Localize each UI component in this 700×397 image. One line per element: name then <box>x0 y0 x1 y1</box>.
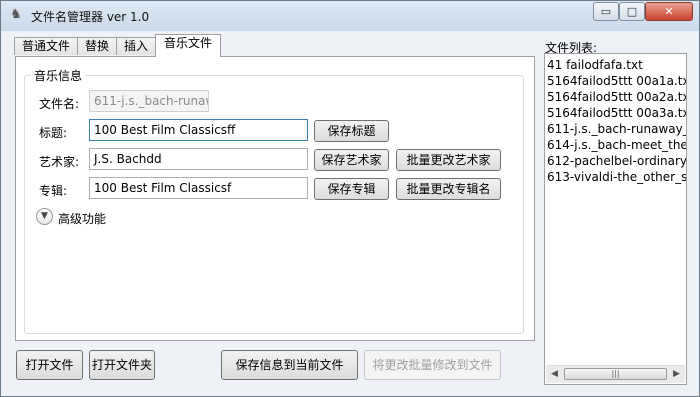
title-bar[interactable]: ♞ 文件名管理器 ver 1.0 ▭ □ ✕ <box>1 1 699 31</box>
scroll-right-icon[interactable]: ▶ <box>668 366 685 383</box>
scrollbar-thumb[interactable]: ||| <box>564 368 667 380</box>
save-to-current-file-button[interactable]: 保存信息到当前文件 <box>221 350 358 380</box>
bear-icon: ♞ <box>10 7 22 22</box>
open-file-button[interactable]: 打开文件 <box>16 350 83 380</box>
advanced-features-toggle[interactable]: 高级功能 <box>58 210 106 227</box>
minimize-button[interactable]: ▭ <box>593 2 619 21</box>
batch-save-to-files-button: 将更改批量修改到文件 <box>364 350 501 380</box>
list-item[interactable]: 614-j.s._bach-meet_the_ <box>547 137 686 153</box>
artist-label: 艺术家: <box>39 155 80 169</box>
title-label: 标题: <box>39 126 68 140</box>
scroll-left-icon[interactable]: ◀ <box>546 366 563 383</box>
list-item[interactable]: 41 failodfafa.txt <box>547 57 686 73</box>
file-list[interactable]: 41 failodfafa.txt 5164failod5ttt 00a1a.t… <box>544 53 687 385</box>
list-item[interactable]: 5164failod5ttt 00a2a.txt <box>547 89 686 105</box>
batch-artist-button[interactable]: 批量更改艺术家 <box>396 149 501 171</box>
filename-label: 文件名: <box>39 97 80 111</box>
tab-normal-files[interactable]: 普通文件 <box>14 37 78 55</box>
batch-album-button[interactable]: 批量更改专辑名 <box>396 178 501 200</box>
save-title-button[interactable]: 保存标题 <box>314 120 389 142</box>
list-item[interactable]: 5164failod5ttt 00a3a.txt <box>547 105 686 121</box>
close-button[interactable]: ✕ <box>645 2 693 21</box>
tab-music-files[interactable]: 音乐文件 <box>155 34 221 57</box>
list-item[interactable]: 5164failod5ttt 00a1a.txt <box>547 73 686 89</box>
album-field[interactable]: 100 Best Film Classicsf <box>89 177 308 199</box>
window-title: 文件名管理器 ver 1.0 <box>31 10 150 24</box>
music-info-group: 音乐信息 <box>24 67 524 334</box>
title-field[interactable]: 100 Best Film Classicsff <box>89 119 308 141</box>
chevron-down-icon[interactable]: ▼ <box>36 208 53 225</box>
maximize-button[interactable]: □ <box>619 2 645 21</box>
list-item[interactable]: 612-pachelbel-ordinary_ <box>547 153 686 169</box>
tab-insert[interactable]: 插入 <box>116 37 156 55</box>
album-label: 专辑: <box>39 184 68 198</box>
list-item[interactable]: 611-j.s._bach-runaway_b <box>547 121 686 137</box>
horizontal-scrollbar[interactable]: ◀ ||| ▶ <box>546 365 685 383</box>
open-folder-button[interactable]: 打开文件夹 <box>89 350 155 380</box>
music-info-group-title: 音乐信息 <box>31 67 86 84</box>
filename-field: 611-j.s._bach-runaw <box>89 90 209 112</box>
tab-replace[interactable]: 替换 <box>77 37 117 55</box>
save-album-button[interactable]: 保存专辑 <box>314 178 389 200</box>
list-item[interactable]: 613-vivaldi-the_other_si <box>547 169 686 185</box>
save-artist-button[interactable]: 保存艺术家 <box>314 149 389 171</box>
artist-field[interactable]: J.S. Bachdd <box>89 148 308 170</box>
